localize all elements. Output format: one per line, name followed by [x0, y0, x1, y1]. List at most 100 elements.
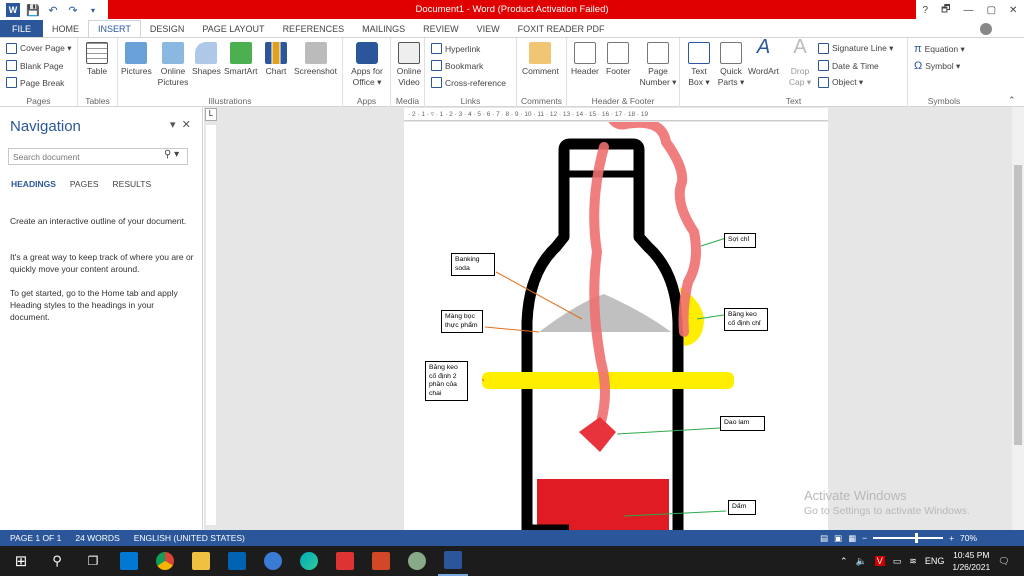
tab-review[interactable]: REVIEW: [414, 20, 468, 37]
notification-icon[interactable]: 🗨: [998, 556, 1009, 567]
input-language[interactable]: ENG: [925, 556, 945, 566]
online-video-button[interactable]: Online Video: [394, 42, 424, 88]
language[interactable]: ENGLISH (UNITED STATES): [134, 533, 245, 543]
chevron-up-icon[interactable]: ⌃: [840, 556, 848, 567]
file-explorer-icon[interactable]: [186, 546, 216, 576]
cortana-icon[interactable]: [258, 546, 288, 576]
tab-home[interactable]: HOME: [43, 20, 88, 37]
wifi-icon[interactable]: ≋: [909, 556, 917, 567]
undo-icon[interactable]: ↶: [46, 3, 60, 17]
read-mode-icon[interactable]: ▤: [820, 533, 828, 544]
maximize-button[interactable]: ▢: [987, 5, 996, 16]
tab-mailings[interactable]: MAILINGS: [353, 20, 414, 37]
store-icon[interactable]: [222, 546, 252, 576]
pictures-button[interactable]: Pictures: [121, 42, 152, 77]
date-time-button[interactable]: Date & Time: [818, 60, 879, 71]
tab-design[interactable]: DESIGN: [141, 20, 194, 37]
tab-foxit-reader-pdf[interactable]: FOXIT READER PDF: [509, 20, 614, 37]
comment-button[interactable]: Comment: [522, 42, 559, 77]
bookmark-button[interactable]: Bookmark: [431, 60, 483, 71]
tab-view[interactable]: VIEW: [468, 20, 509, 37]
word-icon[interactable]: [438, 546, 468, 576]
word-count[interactable]: 24 WORDS: [75, 533, 119, 543]
battery-icon[interactable]: ▭: [893, 556, 902, 567]
object-button[interactable]: Object ▾: [818, 77, 863, 88]
text-box-button[interactable]: Text Box ▾: [684, 42, 714, 88]
redo-icon[interactable]: ↷: [66, 3, 80, 17]
minimize-button[interactable]: —: [964, 5, 974, 16]
zoom-out-icon[interactable]: −: [862, 533, 867, 543]
chrome-icon[interactable]: [150, 546, 180, 576]
tab-insert[interactable]: INSERT: [88, 20, 141, 37]
callout-food-wrap[interactable]: Màng bọc thực phẩm: [441, 310, 483, 334]
search-document-input[interactable]: Search document: [8, 148, 188, 165]
volume-icon[interactable]: 🔈: [856, 556, 867, 567]
apps-for-office-button[interactable]: Apps for Office ▾: [347, 42, 387, 88]
online-pictures-button[interactable]: Online Pictures: [158, 42, 188, 88]
tab-file[interactable]: FILE: [0, 20, 44, 37]
tab-selector[interactable]: L: [205, 108, 217, 121]
edge-icon[interactable]: [294, 546, 324, 576]
word-app-icon[interactable]: W: [6, 3, 20, 17]
pane-options-icon[interactable]: ▾: [170, 119, 176, 131]
zoom-level[interactable]: 70%: [960, 533, 977, 543]
quick-parts-button[interactable]: Quick Parts ▾: [716, 42, 746, 88]
user-icon[interactable]: [980, 22, 992, 35]
zoom-slider[interactable]: [873, 533, 944, 543]
search-icon[interactable]: ⚲: [42, 546, 72, 576]
footer-button[interactable]: Footer: [606, 42, 631, 77]
cover-page-button[interactable]: Cover Page ▾: [6, 43, 72, 54]
close-pane-icon[interactable]: ✕: [182, 119, 191, 131]
zoom-in-icon[interactable]: +: [949, 533, 954, 543]
callout-baking-soda[interactable]: Banking soda: [451, 253, 495, 277]
header-button[interactable]: Header: [571, 42, 599, 77]
print-layout-icon[interactable]: ▣: [834, 533, 842, 544]
cross-reference-button[interactable]: Cross-reference: [431, 77, 506, 88]
equation-button[interactable]: π Equation ▾: [914, 43, 965, 55]
powerpoint-icon[interactable]: [366, 546, 396, 576]
start-icon[interactable]: ⊞: [6, 546, 36, 576]
callout-thread-tape[interactable]: Băng keo cố định chỉ: [724, 308, 768, 332]
callout-tape-two-parts[interactable]: Băng keo cố định 2 phần của chai: [425, 361, 468, 402]
screenshot-button[interactable]: Screenshot: [294, 42, 337, 77]
search-icon[interactable]: ⚲ ▾: [164, 149, 179, 160]
page-count[interactable]: PAGE 1 OF 1: [10, 533, 61, 543]
symbol-button[interactable]: Ω Symbol ▾: [914, 60, 960, 72]
tab-headings[interactable]: HEADINGS: [11, 179, 56, 189]
page-break-button[interactable]: Page Break: [6, 77, 64, 88]
restore-ribbon-button[interactable]: 🗗: [941, 2, 950, 19]
tab-results[interactable]: RESULTS: [113, 179, 152, 189]
callout-razor-blade[interactable]: Dao lam: [720, 416, 765, 431]
blank-page-button[interactable]: Blank Page: [6, 60, 63, 71]
tab-page-layout[interactable]: PAGE LAYOUT: [193, 20, 273, 37]
wordart-button[interactable]: A WordArt: [748, 37, 779, 77]
smartart-button[interactable]: SmartArt: [224, 42, 258, 77]
photos-icon[interactable]: [330, 546, 360, 576]
shapes-button[interactable]: Shapes: [192, 42, 221, 77]
page-number-button[interactable]: Page Number ▾: [639, 42, 677, 88]
web-layout-icon[interactable]: ▦: [848, 533, 856, 544]
save-icon[interactable]: 💾: [26, 3, 40, 17]
tab-references[interactable]: REFERENCES: [274, 20, 354, 37]
customize-icon[interactable]: ▾: [86, 3, 100, 17]
paint-icon[interactable]: [402, 546, 432, 576]
clock[interactable]: 10:45 PM 1/26/2021: [952, 549, 990, 573]
signature-line-button[interactable]: Signature Line ▾: [818, 43, 893, 54]
zoom-thumb[interactable]: [915, 533, 919, 543]
table-button[interactable]: Table: [86, 42, 108, 77]
callout-vinegar[interactable]: Dấm: [728, 500, 756, 515]
hyperlink-button[interactable]: Hyperlink: [431, 43, 480, 54]
antivirus-icon[interactable]: V: [874, 556, 885, 566]
help-button[interactable]: ?: [923, 5, 929, 16]
scrollbar-thumb[interactable]: [1014, 165, 1022, 445]
chart-button[interactable]: Chart: [265, 42, 287, 77]
horizontal-ruler[interactable]: · 2 · 1 · ▿ · 1 · 2 · 3 · 4 · 5 · 6 · 7 …: [404, 108, 828, 121]
callout-thread[interactable]: Sợi chỉ: [724, 233, 756, 248]
tab-pages[interactable]: PAGES: [70, 179, 99, 189]
mail-icon[interactable]: [114, 546, 144, 576]
task-view-icon[interactable]: ❐: [78, 546, 108, 576]
drop-cap-button[interactable]: A Drop Cap ▾: [786, 37, 814, 88]
collapse-ribbon-icon[interactable]: ⌃: [1008, 95, 1016, 106]
vertical-ruler[interactable]: [206, 125, 216, 525]
close-button[interactable]: ✕: [1009, 5, 1017, 16]
